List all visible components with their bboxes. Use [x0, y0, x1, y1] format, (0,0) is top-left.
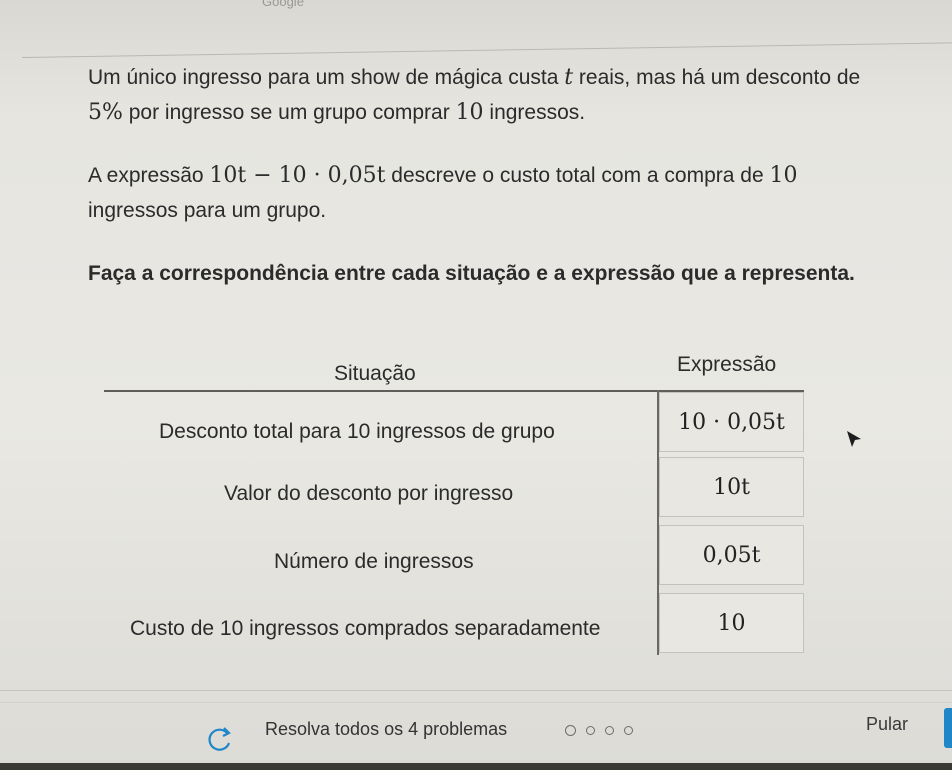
mouse-cursor-icon — [847, 431, 861, 447]
check-button-edge[interactable] — [944, 708, 952, 748]
situation-3: Número de ingressos — [274, 550, 474, 573]
skip-button[interactable]: Pular — [866, 714, 908, 735]
header-divider — [21, 42, 952, 58]
progress-dot-3 — [605, 726, 614, 735]
question-p1-text-a: Um único ingresso para um show de mágica… — [88, 66, 565, 89]
situation-4: Custo de 10 ingressos comprados separada… — [130, 617, 601, 640]
question-p2-text-c: ingressos para um grupo. — [88, 199, 327, 222]
progress-dots — [565, 725, 633, 736]
expression-card-1[interactable]: 10 · 0,05t — [659, 392, 804, 452]
question-body: Um único ingresso para um show de mágica… — [88, 60, 888, 319]
matching-table: Situação Expressão Desconto total para 1… — [104, 345, 804, 655]
instruction: Faça a correspondência entre cada situaç… — [88, 262, 855, 285]
progress-text: Resolva todos os 4 problemas — [265, 719, 508, 739]
progress-dot-2 — [586, 726, 595, 735]
discount-percent: 5% — [88, 100, 123, 125]
footer-divider — [0, 690, 952, 691]
question-p1-text-c: por ingresso se um grupo comprar — [122, 101, 456, 124]
header-expression: Expressão — [677, 353, 777, 376]
expression-card-2[interactable]: 10t — [659, 457, 804, 517]
situation-2: Valor do desconto por ingresso — [224, 482, 514, 505]
header-partial-label: Google — [262, 0, 304, 9]
progress-dot-4 — [624, 726, 633, 735]
ticket-count-2: 10 — [769, 163, 798, 188]
question-p2-text-b: descreve o custo total com a compra de — [385, 164, 770, 187]
total-cost-expression: 10t − 10 · 0,05t — [209, 163, 386, 188]
variable-t: t — [564, 65, 574, 90]
footer-bar: Resolva todos os 4 problemas Pular — [0, 703, 952, 770]
question-p1-text-d: ingressos. — [483, 101, 586, 124]
progress-dot-1 — [565, 725, 576, 736]
ticket-count: 10 — [455, 100, 484, 125]
question-p1-text-b: reais, mas há um desconto de — [573, 66, 861, 89]
retry-icon[interactable] — [205, 727, 233, 751]
expression-card-4[interactable]: 10 — [659, 593, 804, 653]
bottom-bezel — [0, 763, 952, 770]
question-p2-text-a: A expressão — [88, 164, 210, 187]
top-strip: Google — [0, 0, 952, 58]
expression-card-3[interactable]: 0,05t — [659, 525, 804, 585]
header-situation: Situação — [334, 362, 416, 385]
question-paragraph-2: A expressão 10t − 10 · 0,05t descreve o … — [88, 158, 888, 228]
question-paragraph-1: Um único ingresso para um show de mágica… — [88, 60, 888, 130]
situation-1: Desconto total para 10 ingressos de grup… — [159, 420, 555, 443]
